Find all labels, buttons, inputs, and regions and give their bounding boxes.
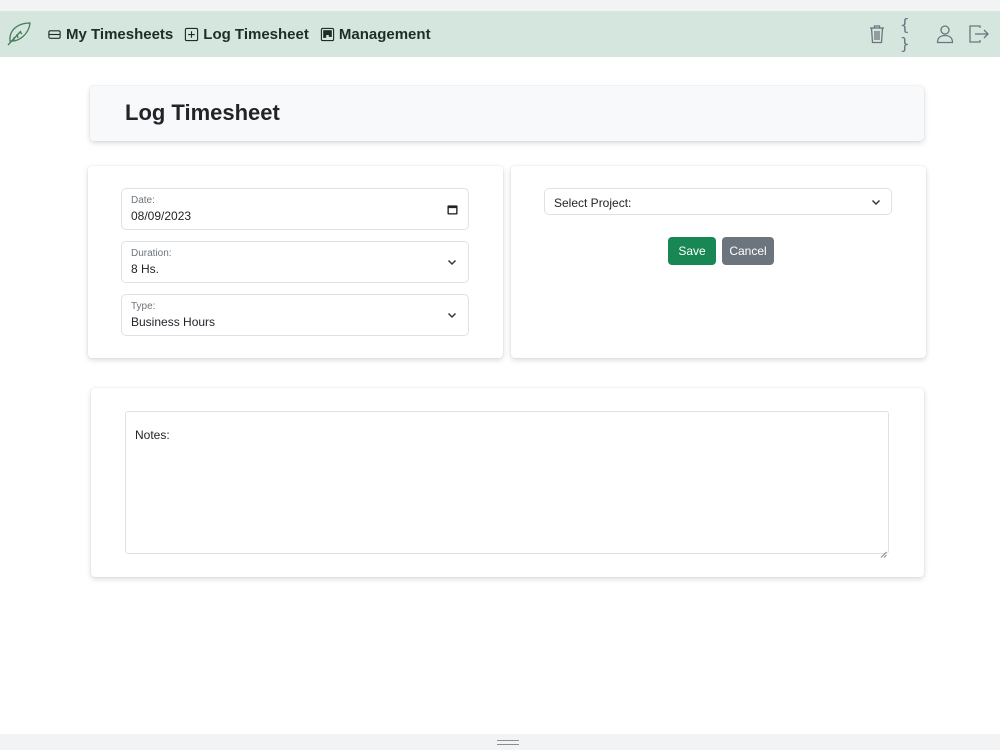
kanban-icon: [320, 27, 335, 42]
person-icon[interactable]: [934, 23, 956, 45]
chevron-down-icon: [870, 196, 882, 208]
card-list-icon: [47, 27, 62, 42]
project-select-value: Select Project:: [554, 196, 632, 210]
page-title: Log Timesheet: [125, 100, 280, 125]
nav-management[interactable]: Management: [320, 26, 431, 43]
duration-label: Duration:: [131, 248, 172, 259]
bottom-panel-bar: [0, 734, 1000, 750]
leaf-icon[interactable]: [4, 20, 34, 48]
date-label: Date:: [131, 195, 155, 206]
save-button[interactable]: Save: [668, 237, 716, 265]
trash-icon[interactable]: [866, 23, 888, 45]
duration-value: 8 Hs.: [131, 262, 160, 276]
nav-log-timesheet[interactable]: Log Timesheet: [184, 26, 309, 43]
calendar-icon[interactable]: [446, 203, 458, 215]
cancel-button[interactable]: Cancel: [722, 237, 774, 265]
chevron-down-icon: [446, 256, 458, 268]
notes-card: Notes:: [91, 388, 924, 577]
code-braces-icon[interactable]: { }: [900, 15, 922, 53]
date-field[interactable]: Date: 08/09/2023: [121, 188, 469, 230]
type-select[interactable]: Type: Business Hours: [121, 294, 469, 336]
resize-handle-icon[interactable]: [880, 545, 887, 558]
nav-link-label: Log Timesheet: [203, 25, 309, 43]
chevron-down-icon: [446, 309, 458, 321]
box-arrow-right-icon[interactable]: [968, 23, 990, 45]
nav-link-label: Management: [338, 25, 431, 43]
notes-textarea[interactable]: Notes:: [125, 411, 889, 558]
type-label: Type:: [131, 301, 156, 312]
nav-tools: { }: [866, 11, 990, 57]
notes-label: Notes:: [135, 428, 170, 442]
project-select[interactable]: Select Project:: [544, 188, 892, 215]
navbar: My Timesheets Log Timesheet Management {…: [0, 11, 1000, 57]
timesheet-details-card: Date: 08/09/2023 Duration: 8 Hs. Type: B…: [88, 166, 503, 358]
nav-link-label: My Timesheets: [66, 25, 174, 43]
date-value: 08/09/2023: [131, 209, 192, 223]
nav-links: My Timesheets Log Timesheet Management: [47, 11, 431, 57]
nav-my-timesheets[interactable]: My Timesheets: [47, 26, 173, 43]
project-card: Select Project: Save Cancel: [511, 166, 926, 358]
duration-select[interactable]: Duration: 8 Hs.: [121, 241, 469, 283]
drag-handle-icon[interactable]: [497, 740, 519, 745]
plus-square-icon: [184, 27, 199, 42]
type-value: Business Hours: [131, 315, 216, 329]
browser-top-strip: [0, 0, 1000, 11]
page-header-card: Log Timesheet: [90, 86, 924, 141]
